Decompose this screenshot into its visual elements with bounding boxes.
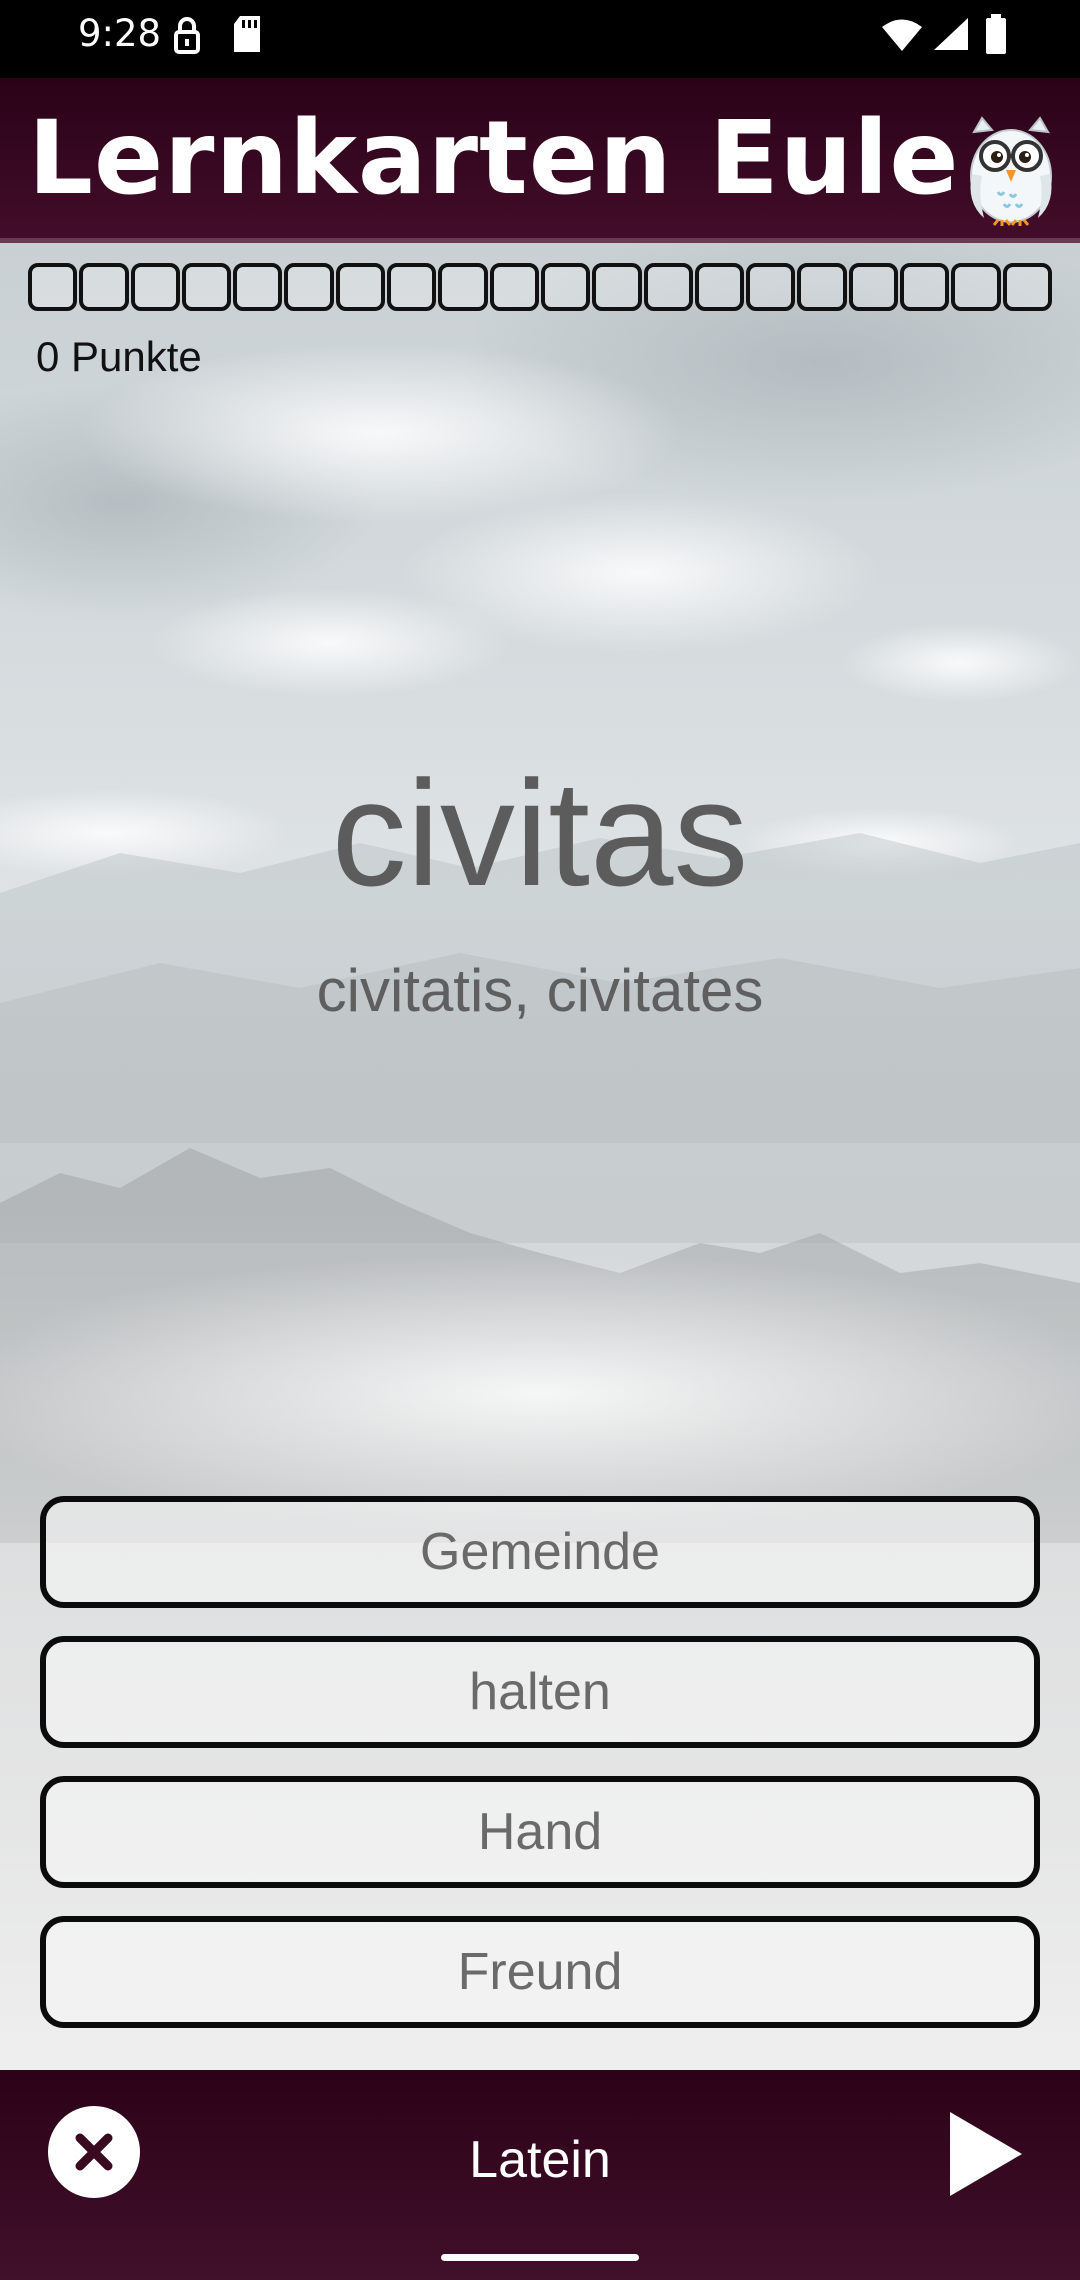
progress-cell (130, 263, 180, 311)
progress-cell (797, 263, 847, 311)
progress-indicator (28, 263, 1052, 313)
wifi-icon (882, 19, 922, 51)
progress-cell (489, 263, 539, 311)
question-word-forms: civitatis, civitates (316, 957, 764, 1024)
answer-button[interactable]: Hand (40, 1776, 1040, 1888)
vpn-key-icon (174, 17, 200, 54)
language-label: Latein (469, 2131, 611, 2189)
progress-cell (387, 263, 437, 311)
home-indicator[interactable] (441, 2254, 639, 2261)
progress-cell (848, 263, 899, 311)
battery-icon (986, 14, 1006, 54)
progress-cell (28, 263, 78, 311)
status-bar: 9:28 (0, 0, 1080, 78)
progress-cell (438, 263, 488, 311)
progress-cell (284, 263, 334, 311)
app-title: Lernkarten Eule (28, 99, 960, 218)
answer-button[interactable]: Gemeinde (40, 1496, 1040, 1608)
progress-cell (540, 263, 591, 311)
status-time: 9:28 (78, 12, 162, 55)
owl-logo (970, 116, 1052, 226)
sd-card-icon (234, 16, 260, 52)
play-icon[interactable] (946, 2110, 1026, 2198)
progress-cell (592, 263, 642, 311)
cell-signal-icon (934, 18, 968, 50)
quiz-area: 0 Punkte civitas civitatis, civitates Ge… (0, 243, 1080, 2070)
progress-cell (746, 263, 796, 311)
app-screen: 9:28 Lernkarten Eule 0 Punkte civitas ci… (0, 0, 1080, 2280)
app-bar: Lernkarten Eule (0, 78, 1080, 243)
bottom-bar: Latein (0, 2070, 1080, 2280)
progress-cell (79, 263, 129, 311)
progress-cell (951, 263, 1001, 311)
answer-button[interactable]: halten (40, 1636, 1040, 1748)
question-word: civitas (331, 749, 749, 917)
progress-cell (643, 263, 693, 311)
progress-cell (900, 263, 950, 311)
progress-cell (181, 263, 232, 311)
answer-options: Gemeinde halten Hand Freund (40, 1496, 1040, 2056)
answer-button[interactable]: Freund (40, 1916, 1040, 2028)
progress-cell (694, 263, 745, 311)
progress-cell (233, 263, 283, 311)
progress-cell (1002, 263, 1052, 311)
score-label: 0 Punkte (36, 333, 202, 380)
progress-cell (335, 263, 386, 311)
